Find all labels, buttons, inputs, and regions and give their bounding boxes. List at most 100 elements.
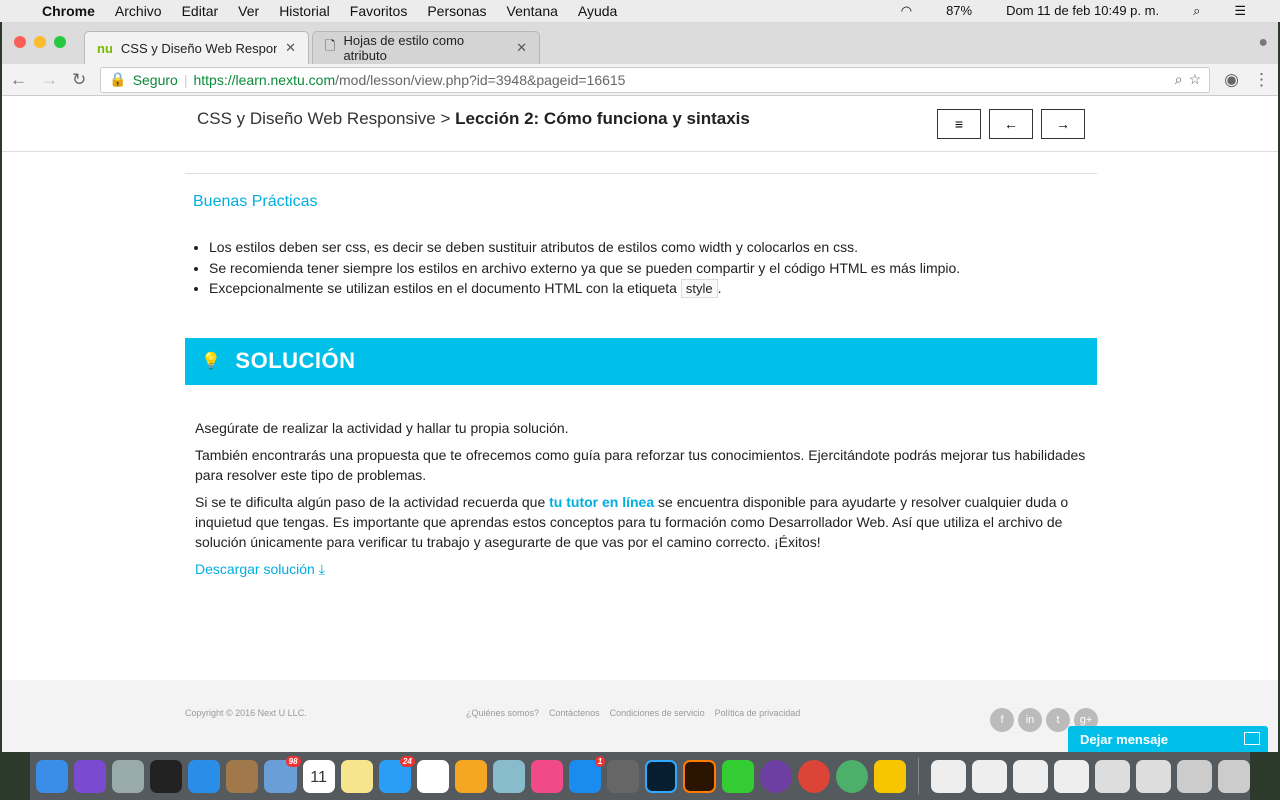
search-icon[interactable]: ⌕ [1193,3,1200,19]
section-heading: Buenas Prácticas [193,193,318,210]
close-tab-icon[interactable]: ✕ [516,40,527,56]
window-thumbnail[interactable] [1053,759,1089,793]
nextu-favicon: nu [97,40,113,56]
menu-app[interactable]: Chrome [42,3,95,19]
menu-ayuda[interactable]: Ayuda [578,3,617,19]
list-item: Excepcionalmente se utilizan estilos en … [209,278,1097,300]
breadcrumb-lesson: Lección 2: Cómo funciona y sintaxis [455,109,750,128]
minimize-window-button[interactable] [34,36,46,48]
facebook-icon[interactable]: f [990,708,1014,732]
messages-icon[interactable]: 24 [378,755,415,793]
window-thumbnail[interactable] [971,759,1007,793]
footer-link-privacy[interactable]: Política de privacidad [715,708,801,718]
menu-list-icon[interactable]: ☰ [1234,3,1246,19]
maps-icon[interactable] [492,759,526,793]
facetime-icon[interactable] [721,759,754,793]
footer-link-contact[interactable]: Contáctenos [549,708,600,718]
list-item: Los estilos deben ser css, es decir se d… [209,237,1097,258]
photos-icon[interactable] [454,759,487,793]
inline-code: style [680,279,718,298]
window-thumbnail[interactable] [1135,759,1171,793]
window-thumbnail[interactable] [930,759,966,793]
app-store-badge: 1 [594,755,606,767]
safari-icon[interactable] [188,759,221,793]
mission-control-icon[interactable] [150,759,183,793]
tutor-link[interactable]: tu tutor en línea [549,494,654,510]
app-store-icon[interactable]: 1 [569,755,606,793]
footer-link-terms[interactable]: Condiciones de servicio [610,708,705,718]
launchpad-icon[interactable] [112,759,145,793]
menu-ver[interactable]: Ver [238,3,259,19]
menu-historial[interactable]: Historial [279,3,330,19]
browser-window: nu CSS y Diseño Web Responsive ✕ 🗋 Hojas de… [2,22,1278,752]
forward-icon[interactable]: → [41,70,58,90]
notes-icon[interactable] [340,759,373,793]
chrome-icon[interactable] [797,759,830,793]
chat-widget-button[interactable]: Dejar mensaje [1068,726,1268,752]
solution-paragraph: Si se te dificulta algún paso de la acti… [195,492,1087,552]
next-page-button[interactable]: → [1041,109,1085,139]
menu-archivo[interactable]: Archivo [115,3,162,19]
close-tab-icon[interactable]: ✕ [285,40,296,56]
illustrator-icon[interactable] [683,759,716,793]
window-thumbnail[interactable] [1176,759,1212,793]
extension-icon[interactable]: ◉ [1224,70,1239,90]
maximize-window-button[interactable] [54,36,66,48]
tab-title: CSS y Diseño Web Responsive [120,40,278,56]
menu-favoritos[interactable]: Favoritos [350,3,408,19]
battery-level[interactable]: 87% [946,3,972,19]
github-desktop-icon[interactable] [759,759,792,793]
clock[interactable]: Dom 11 de feb 10:49 p. m. [1006,3,1159,19]
window-thumbnail[interactable] [1012,759,1048,793]
divider [185,173,1097,174]
menu-personas[interactable]: Personas [427,3,486,19]
profile-icon[interactable]: ● [1258,34,1268,52]
mail-icon[interactable]: 98 [264,755,301,793]
document-icon: 🗋 [325,38,336,53]
photoshop-icon[interactable] [645,759,678,793]
zoom-icon[interactable]: ⌕ [1175,71,1183,88]
close-window-button[interactable] [14,36,26,48]
list-item-text: Excepcionalmente se utilizan estilos en … [209,280,681,296]
siri-icon[interactable] [74,759,107,793]
reminders-icon[interactable] [416,759,449,793]
page-content: CSS y Diseño Web Responsive > Lección 2:… [2,96,1278,752]
lock-icon: 🔒 [109,71,127,87]
system-preferences-icon[interactable] [607,759,640,793]
back-icon[interactable]: ← [10,70,27,90]
sync-app-icon[interactable] [873,759,907,793]
finder-icon[interactable] [36,759,69,793]
atom-icon[interactable] [835,759,868,793]
twitter-icon[interactable]: t [1046,708,1070,732]
footer-link-about[interactable]: ¿Quiénes somos? [466,708,539,718]
linkedin-icon[interactable]: in [1018,708,1042,732]
chrome-menu-icon[interactable]: ⋮ [1253,70,1270,90]
lesson-menu-button[interactable]: ≡ [937,109,981,139]
address-bar[interactable]: 🔒 Seguro | https://learn.nextu.com/mod/l… [100,66,1211,93]
list-item-text: . [717,280,722,296]
menu-ventana[interactable]: Ventana [507,3,558,19]
download-solution-link[interactable]: Descargar solución ⤓ [195,561,325,577]
list-item: Se recomienda tener siempre los estilos … [209,258,1097,279]
breadcrumb-course[interactable]: CSS y Diseño Web Responsive > [197,109,450,128]
paragraph-text: Si se te dificulta algún paso de la acti… [195,493,550,510]
contacts-icon[interactable] [226,759,259,793]
macos-dock: 98 11 24 1 [30,752,1251,800]
solution-paragraph: Asegúrate de realizar la actividad y hal… [195,419,569,436]
previous-page-button[interactable]: ← [989,109,1033,139]
menu-editar[interactable]: Editar [182,3,219,19]
solution-title: SOLUCIÓN [235,348,356,373]
wifi-icon[interactable]: ◠ [901,3,912,19]
download-icon: ⤓ [318,560,325,577]
itunes-icon[interactable] [531,759,564,793]
solution-banner: 💡 SOLUCIÓN [185,337,1097,385]
trash-icon[interactable] [1217,759,1251,793]
practices-list: Los estilos deben ser css, es decir se d… [209,237,1097,300]
bookmark-star-icon[interactable]: ☆ [1189,71,1202,88]
tab-css-diseno[interactable]: nu CSS y Diseño Web Responsive ✕ [84,31,309,64]
tab-hojas-estilo[interactable]: 🗋 Hojas de estilo como atributo ✕ [312,31,540,64]
reload-icon[interactable]: ↻ [72,70,86,90]
calendar-icon[interactable]: 11 [302,759,335,793]
window-thumbnail[interactable] [1094,759,1130,793]
lightbulb-icon: 💡 [201,353,222,370]
